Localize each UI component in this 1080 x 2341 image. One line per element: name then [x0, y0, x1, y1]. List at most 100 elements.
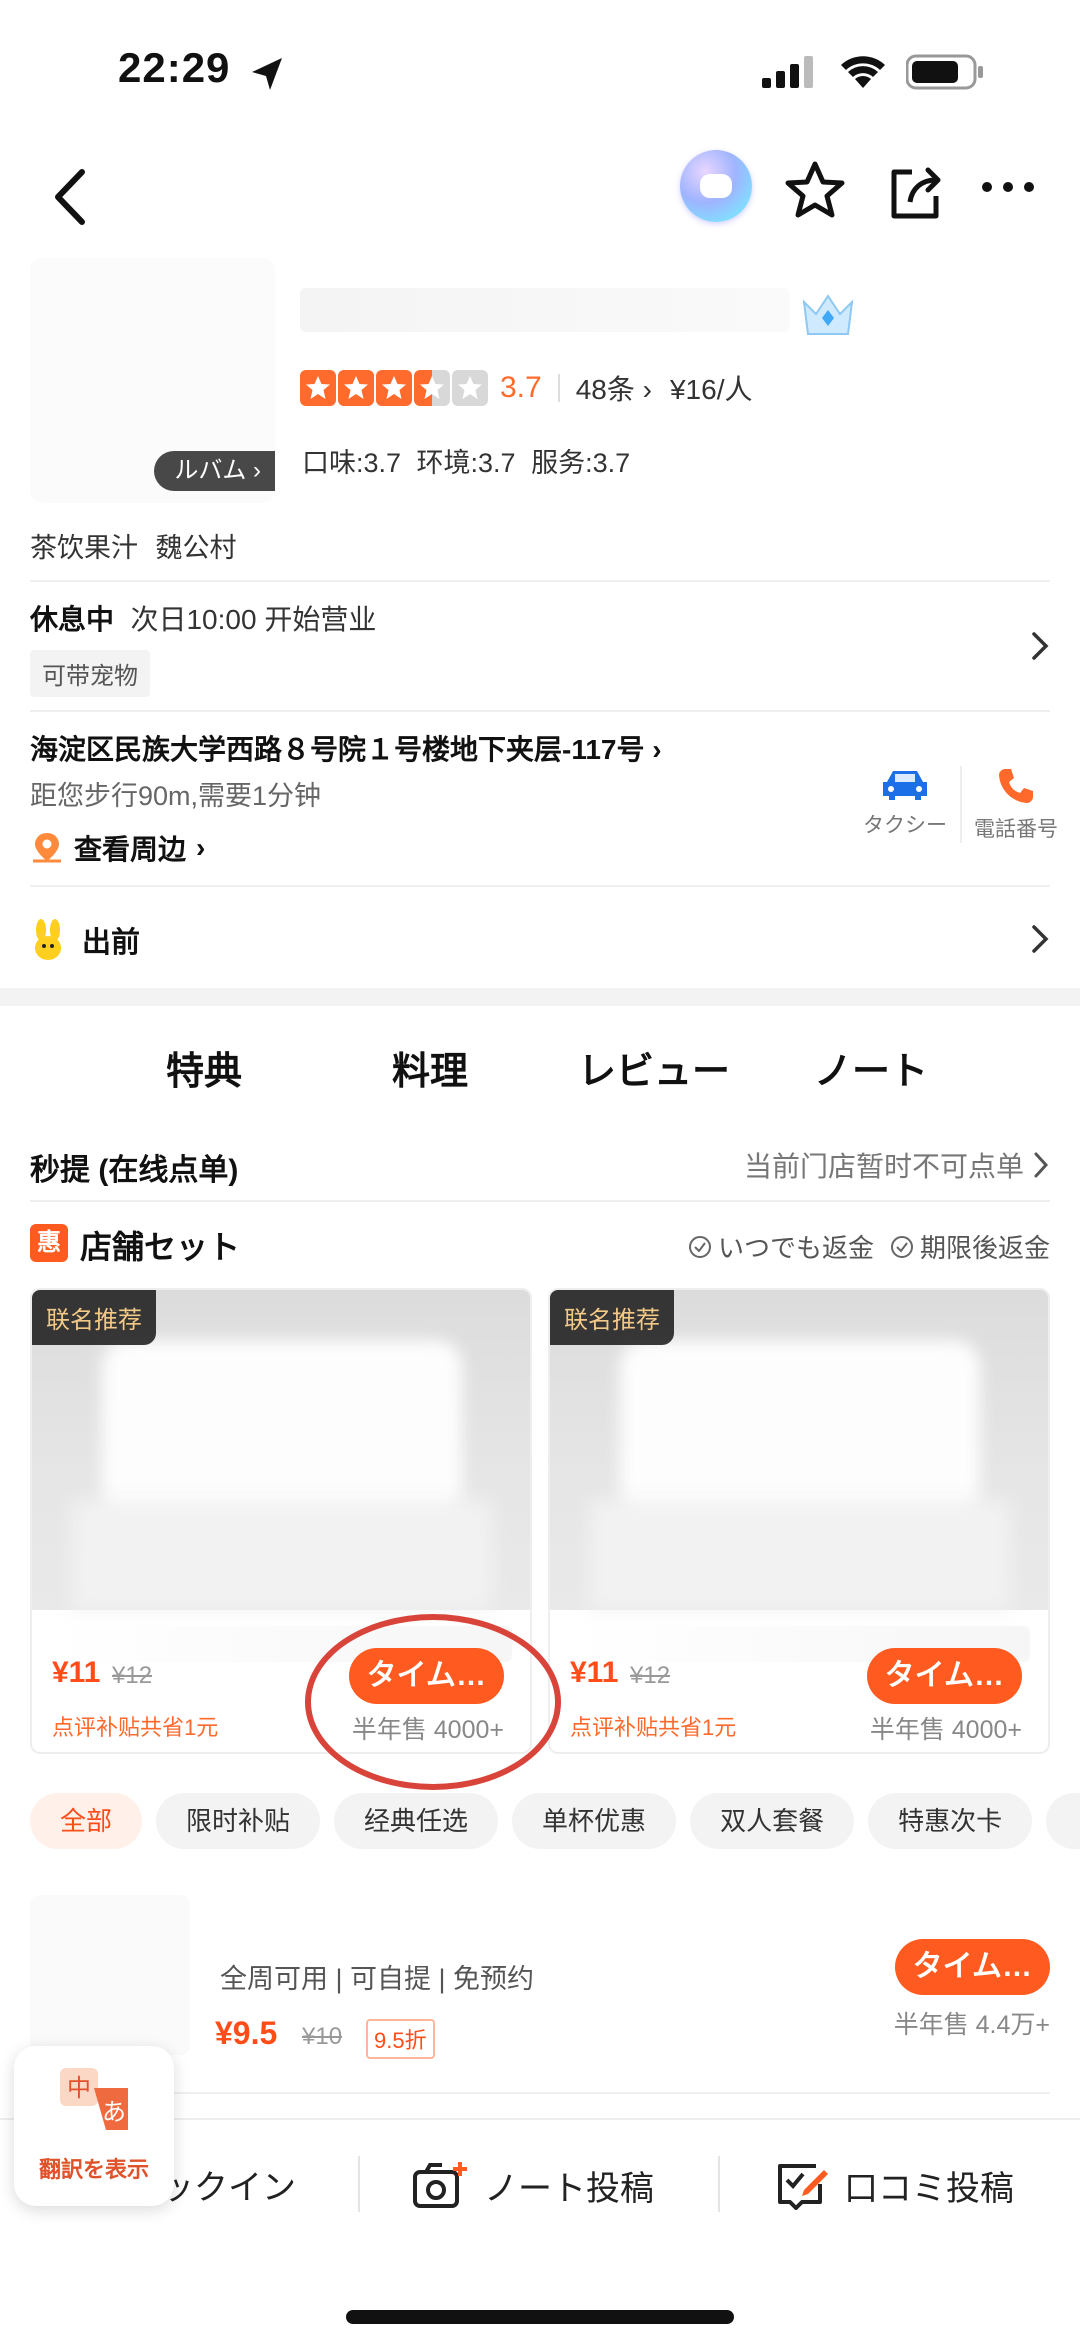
deal-list-item[interactable]: 全周可用 | 可自提 | 免预约 ¥9.5 ¥10 9.5折 タイム… 半年售 … [30, 1895, 1050, 2085]
filter-chip[interactable]: 双人套餐 [690, 1793, 855, 1849]
discount-tag: 9.5折 [366, 2019, 435, 2059]
crown-badge-icon [802, 294, 854, 335]
quick-order-title: 秒提 (在线点单) [30, 1154, 239, 1187]
taxi-button[interactable]: タクシー [840, 766, 970, 839]
time-limited-button[interactable]: タイム… [866, 1648, 1022, 1704]
refund-policies: いつでも返金 期限後返金 [688, 1228, 1050, 1265]
address-section: 海淀区民族大学西路８号院１号楼地下夹层-117号 › 距您步行90m,需要1分钟… [30, 728, 1058, 878]
filter-chip-all[interactable]: 全部 [30, 1793, 143, 1849]
shop-photo[interactable]: ルバム › [30, 258, 275, 503]
checkin-button[interactable]: ックイン [160, 2160, 296, 2209]
phone-button[interactable]: 電話番号 [960, 766, 1070, 843]
filter-chip[interactable]: 限时补贴 [156, 1793, 321, 1849]
deal-filter-chips: 全部 限时补贴 经典任选 单杯优惠 双人套餐 特惠次卡 [30, 1793, 1080, 1853]
tab-menu[interactable]: 料理 [392, 1040, 468, 1095]
status-bar: 22:29 [0, 0, 1080, 140]
favorite-star-icon[interactable] [784, 160, 846, 220]
tab-notes[interactable]: ノート [814, 1040, 928, 1095]
taxi-label: タクシー [863, 814, 947, 837]
tab-deals[interactable]: 特典 [166, 1040, 243, 1101]
cellular-signal-icon [762, 56, 813, 88]
deal-card[interactable]: 联名推荐 ¥11 ¥12 点评补贴共省1元 タイム… 半年售 4000+ [548, 1288, 1050, 1754]
review-post-button[interactable]: 口コミ投稿 [776, 2160, 1014, 2210]
more-options-icon[interactable] [980, 180, 1036, 194]
divider [358, 2156, 360, 2212]
filter-chip[interactable] [1046, 1793, 1080, 1849]
business-hours-row[interactable]: 休息中 次日10:00 开始营业 可带宠物 [30, 598, 1050, 708]
subsidy-note: 点评补贴共省1元 [570, 1715, 737, 1740]
location-arrow-icon [252, 58, 282, 90]
divider [718, 2156, 720, 2212]
check-circle-icon [890, 1235, 913, 1258]
chevron-right-icon [1032, 925, 1049, 953]
tab-reviews[interactable]: レビュー [578, 1040, 730, 1095]
price-per-person: ¥16/人 [669, 374, 753, 405]
car-icon [883, 771, 927, 800]
star-icon [376, 370, 412, 406]
status-time: 22:29 [118, 44, 231, 91]
deal-original-price: ¥10 [302, 2023, 343, 2050]
album-tag[interactable]: ルバム › [154, 451, 275, 491]
share-icon[interactable] [886, 162, 946, 222]
back-arrow-icon[interactable] [42, 162, 102, 232]
quick-order-row[interactable]: 秒提 (在线点单) 当前门店暂时不可点单 [30, 1145, 1050, 1205]
content-tabs: 特典 料理 レビュー ノート [0, 1030, 1080, 1110]
rating-divider [557, 374, 560, 402]
address-link[interactable]: 海淀区民族大学西路８号院１号楼地下夹层-117号 › [30, 728, 1050, 768]
delivery-label: 出前 [82, 927, 141, 959]
sub-scores: 口味:3.7 环境:3.7 服务:3.7 [302, 448, 631, 478]
svg-text:中: 中 [67, 2074, 91, 2102]
ai-assistant-avatar[interactable] [680, 150, 752, 222]
delivery-row[interactable]: 出前 [30, 905, 1050, 975]
battery-icon [906, 54, 983, 90]
home-indicator[interactable] [346, 2310, 734, 2324]
edit-review-icon [778, 2164, 828, 2210]
deal-features: 全周可用 | 可自提 | 免预约 [220, 1964, 535, 1994]
deal-original-price: ¥12 [630, 1662, 671, 1689]
star-half-icon [414, 370, 450, 406]
store-sets-header: 惠 店舗セット いつでも返金 期限後返金 [30, 1222, 1050, 1282]
note-post-button[interactable]: ノート投稿 [412, 2160, 654, 2210]
nav-bar [0, 150, 1080, 250]
recommend-tag: 联名推荐 [32, 1290, 156, 1345]
phone-label: 電話番号 [974, 818, 1058, 841]
shop-category: 茶饮果汁 魏公村 [30, 533, 237, 563]
view-nearby-link[interactable]: 查看周边 › [30, 828, 205, 868]
filter-chip[interactable]: 单杯优惠 [512, 1793, 677, 1849]
filter-chip[interactable]: 特惠次卡 [868, 1793, 1033, 1849]
store-sets-title: 店舗セット [80, 1229, 241, 1265]
translate-button[interactable]: 中 あ 翻訳を表示 [14, 2046, 174, 2206]
deal-price: ¥11 [570, 1656, 619, 1689]
camera-plus-icon [413, 2162, 467, 2208]
chevron-right-icon [1034, 1152, 1049, 1178]
deal-thumbnail [30, 1895, 190, 2055]
map-pin-icon [33, 833, 61, 863]
note-post-label: ノート投稿 [484, 2169, 654, 2208]
pet-friendly-tag: 可带宠物 [30, 650, 150, 697]
refund-expired: 期限後返金 [890, 1228, 1050, 1265]
translate-label: 翻訳を表示 [38, 2157, 149, 2182]
rabbit-delivery-icon [35, 919, 61, 960]
deal-original-price: ¥12 [112, 1662, 153, 1689]
svg-text:あ: あ [102, 2098, 126, 2126]
translate-icon: 中 あ [60, 2068, 128, 2130]
review-count-link[interactable]: 48条 › [576, 368, 652, 408]
annotation-circle [305, 1614, 561, 1790]
section-separator [0, 988, 1080, 1006]
refund-anytime: いつでも返金 [688, 1228, 874, 1265]
rating-row: 3.7 48条 › ¥16/人 [300, 368, 752, 408]
rating-score: 3.7 [500, 371, 542, 404]
chevron-right-icon [1032, 632, 1049, 660]
recommend-tag: 联名推荐 [550, 1290, 674, 1345]
divider [30, 580, 1050, 582]
filter-chip[interactable]: 经典任选 [334, 1793, 499, 1849]
star-empty-icon [452, 370, 488, 406]
walking-distance: 距您步行90m,需要1分钟 [30, 781, 322, 811]
open-status: 休息中 [30, 604, 115, 635]
shop-header: ルバム › 3.7 48条 › ¥16/人 口味:3.7 环境:3.7 服务:3… [0, 258, 1080, 518]
shop-name-redacted [300, 288, 790, 332]
discount-badge: 惠 [30, 1224, 68, 1262]
divider [30, 1200, 1050, 1202]
time-limited-button[interactable]: タイム… [894, 1939, 1050, 1995]
check-circle-icon [688, 1235, 711, 1258]
